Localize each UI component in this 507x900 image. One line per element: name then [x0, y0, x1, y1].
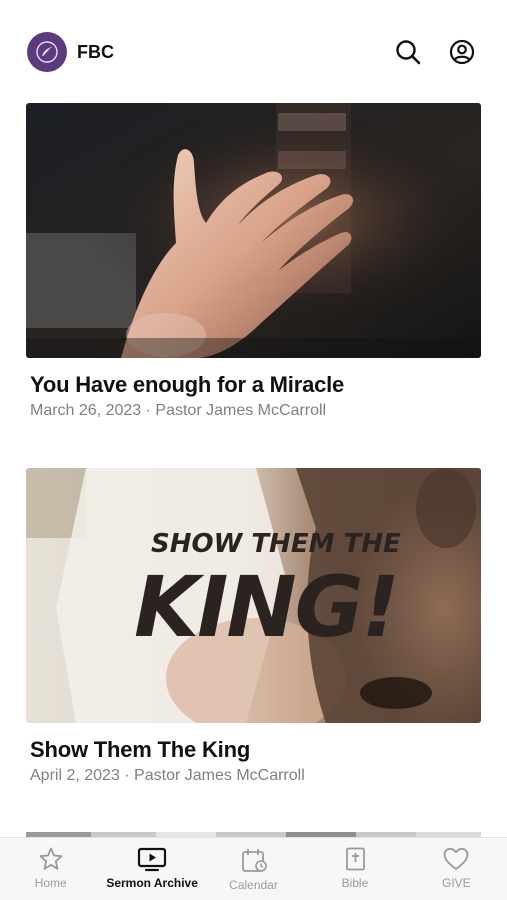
tab-label: Home [34, 876, 67, 890]
tab-give[interactable]: GIVE [406, 838, 507, 900]
sermon-date-speaker: April 2, 2023 · Pastor James McCarroll [30, 767, 305, 784]
logo-emblem-icon [36, 41, 58, 63]
tab-label: Calendar [229, 878, 278, 892]
tab-calendar[interactable]: Calendar [203, 838, 304, 900]
tab-bible[interactable]: Bible [304, 838, 405, 900]
tab-label: Sermon Archive [106, 876, 198, 890]
sermon-title[interactable]: You Have enough for a Miracle [30, 372, 481, 398]
church-logo[interactable] [27, 32, 67, 72]
user-account-icon [449, 39, 475, 65]
sermon-card[interactable]: You Have enough for a Miracle March 26, … [26, 103, 481, 420]
search-icon [396, 40, 421, 65]
heart-icon [443, 847, 469, 870]
star-icon [39, 847, 63, 870]
calendar-icon [241, 849, 267, 872]
brand-name: FBC [77, 41, 114, 62]
bible-icon [346, 847, 365, 871]
tab-sermon-archive[interactable]: Sermon Archive [101, 838, 202, 900]
sermon-date-speaker: March 26, 2023 · Pastor James McCarroll [30, 402, 327, 419]
artwork-line-2: KING! [134, 558, 398, 656]
show-them-the-king-artwork: SHOW THEM THE KING! [26, 468, 481, 723]
tv-play-icon [138, 847, 167, 872]
tab-home[interactable]: Home [0, 838, 101, 900]
artwork-line-1: SHOW THEM THE [151, 529, 401, 559]
profile-button[interactable] [447, 37, 477, 67]
sermon-thumbnail[interactable]: SHOW THEM THE KING! [26, 468, 481, 723]
app-header: FBC [27, 30, 477, 74]
bottom-tab-bar: Home Sermon Archive Calendar Bible GIVE [0, 837, 507, 900]
sermon-thumbnail[interactable] [26, 103, 481, 358]
open-hand-image [26, 103, 481, 358]
sermon-title[interactable]: Show Them The King [30, 737, 481, 763]
tab-label: GIVE [441, 876, 471, 890]
search-button[interactable] [393, 37, 423, 67]
sermon-card[interactable]: SHOW THEM THE KING! Show Them The King A… [26, 468, 481, 785]
tab-label: Bible [341, 876, 369, 890]
